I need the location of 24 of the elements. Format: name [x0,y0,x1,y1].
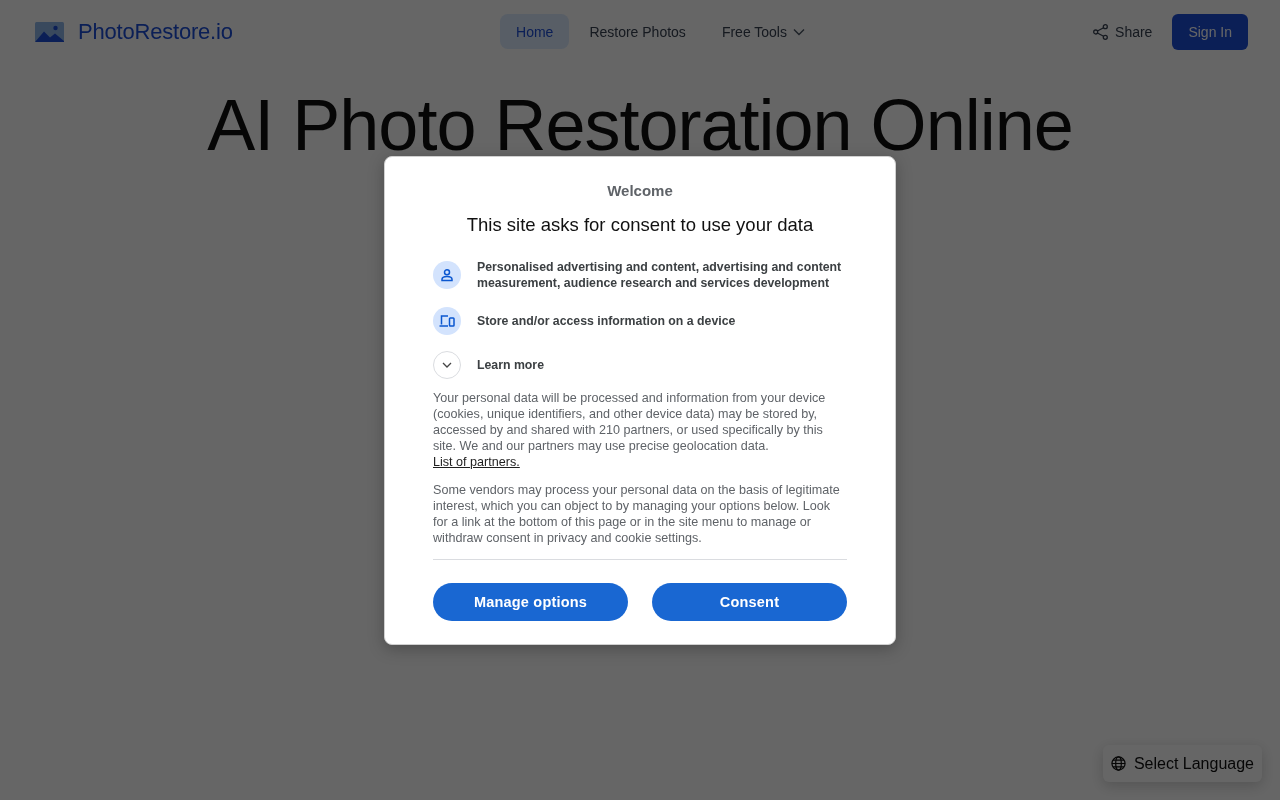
page-heading: AI Photo Restoration Online [207,95,1073,155]
consent-action-button[interactable]: Manage options [433,582,628,621]
chevron-down-icon [793,27,805,36]
share-icon [1093,23,1109,40]
image-icon [35,21,64,42]
consent-action-button[interactable]: Consent [652,582,847,621]
language-button[interactable]: Select Language [1102,745,1262,782]
nav-link[interactable]: Free Tools [705,14,821,49]
purpose-text: Store and/or access information on a device [477,312,736,329]
site-logo[interactable]: PhotoRestore.io [78,18,233,45]
nav-link[interactable]: Home [500,14,570,49]
dialog-title: This site asks for consent to use your data [465,212,815,237]
nav-link[interactable]: Restore Photos [573,14,702,49]
consent-text: Your personal data will be processed and information from your device (cookies, unique identifiers, and other device data) may be stored by, accessed by and shared with 210 partners, or used specifically by this site. We and our partners may use precise geolocation data. List of partners. [433,389,827,470]
share-button[interactable]: Share [1085,13,1161,50]
devices-icon [433,306,461,335]
partners-link[interactable]: List of partners. [433,454,520,469]
learn-more-button[interactable]: Learn more [433,350,847,379]
globe-icon [1110,756,1126,771]
sign-in-button[interactable]: Sign In [1172,13,1248,50]
purpose-text: Personalised advertising and content, advertising and content measurement, audience research and services development [477,258,843,291]
welcome-label: Welcome [606,180,674,201]
consent-text: Some vendors may process your personal data on the basis of legitimate interest, which you can object to by managing your options below. Look for a link at the bottom of this page or in the site menu to manage or withdraw consent in privacy and cookie settings. [433,481,841,546]
person-icon [433,260,461,289]
